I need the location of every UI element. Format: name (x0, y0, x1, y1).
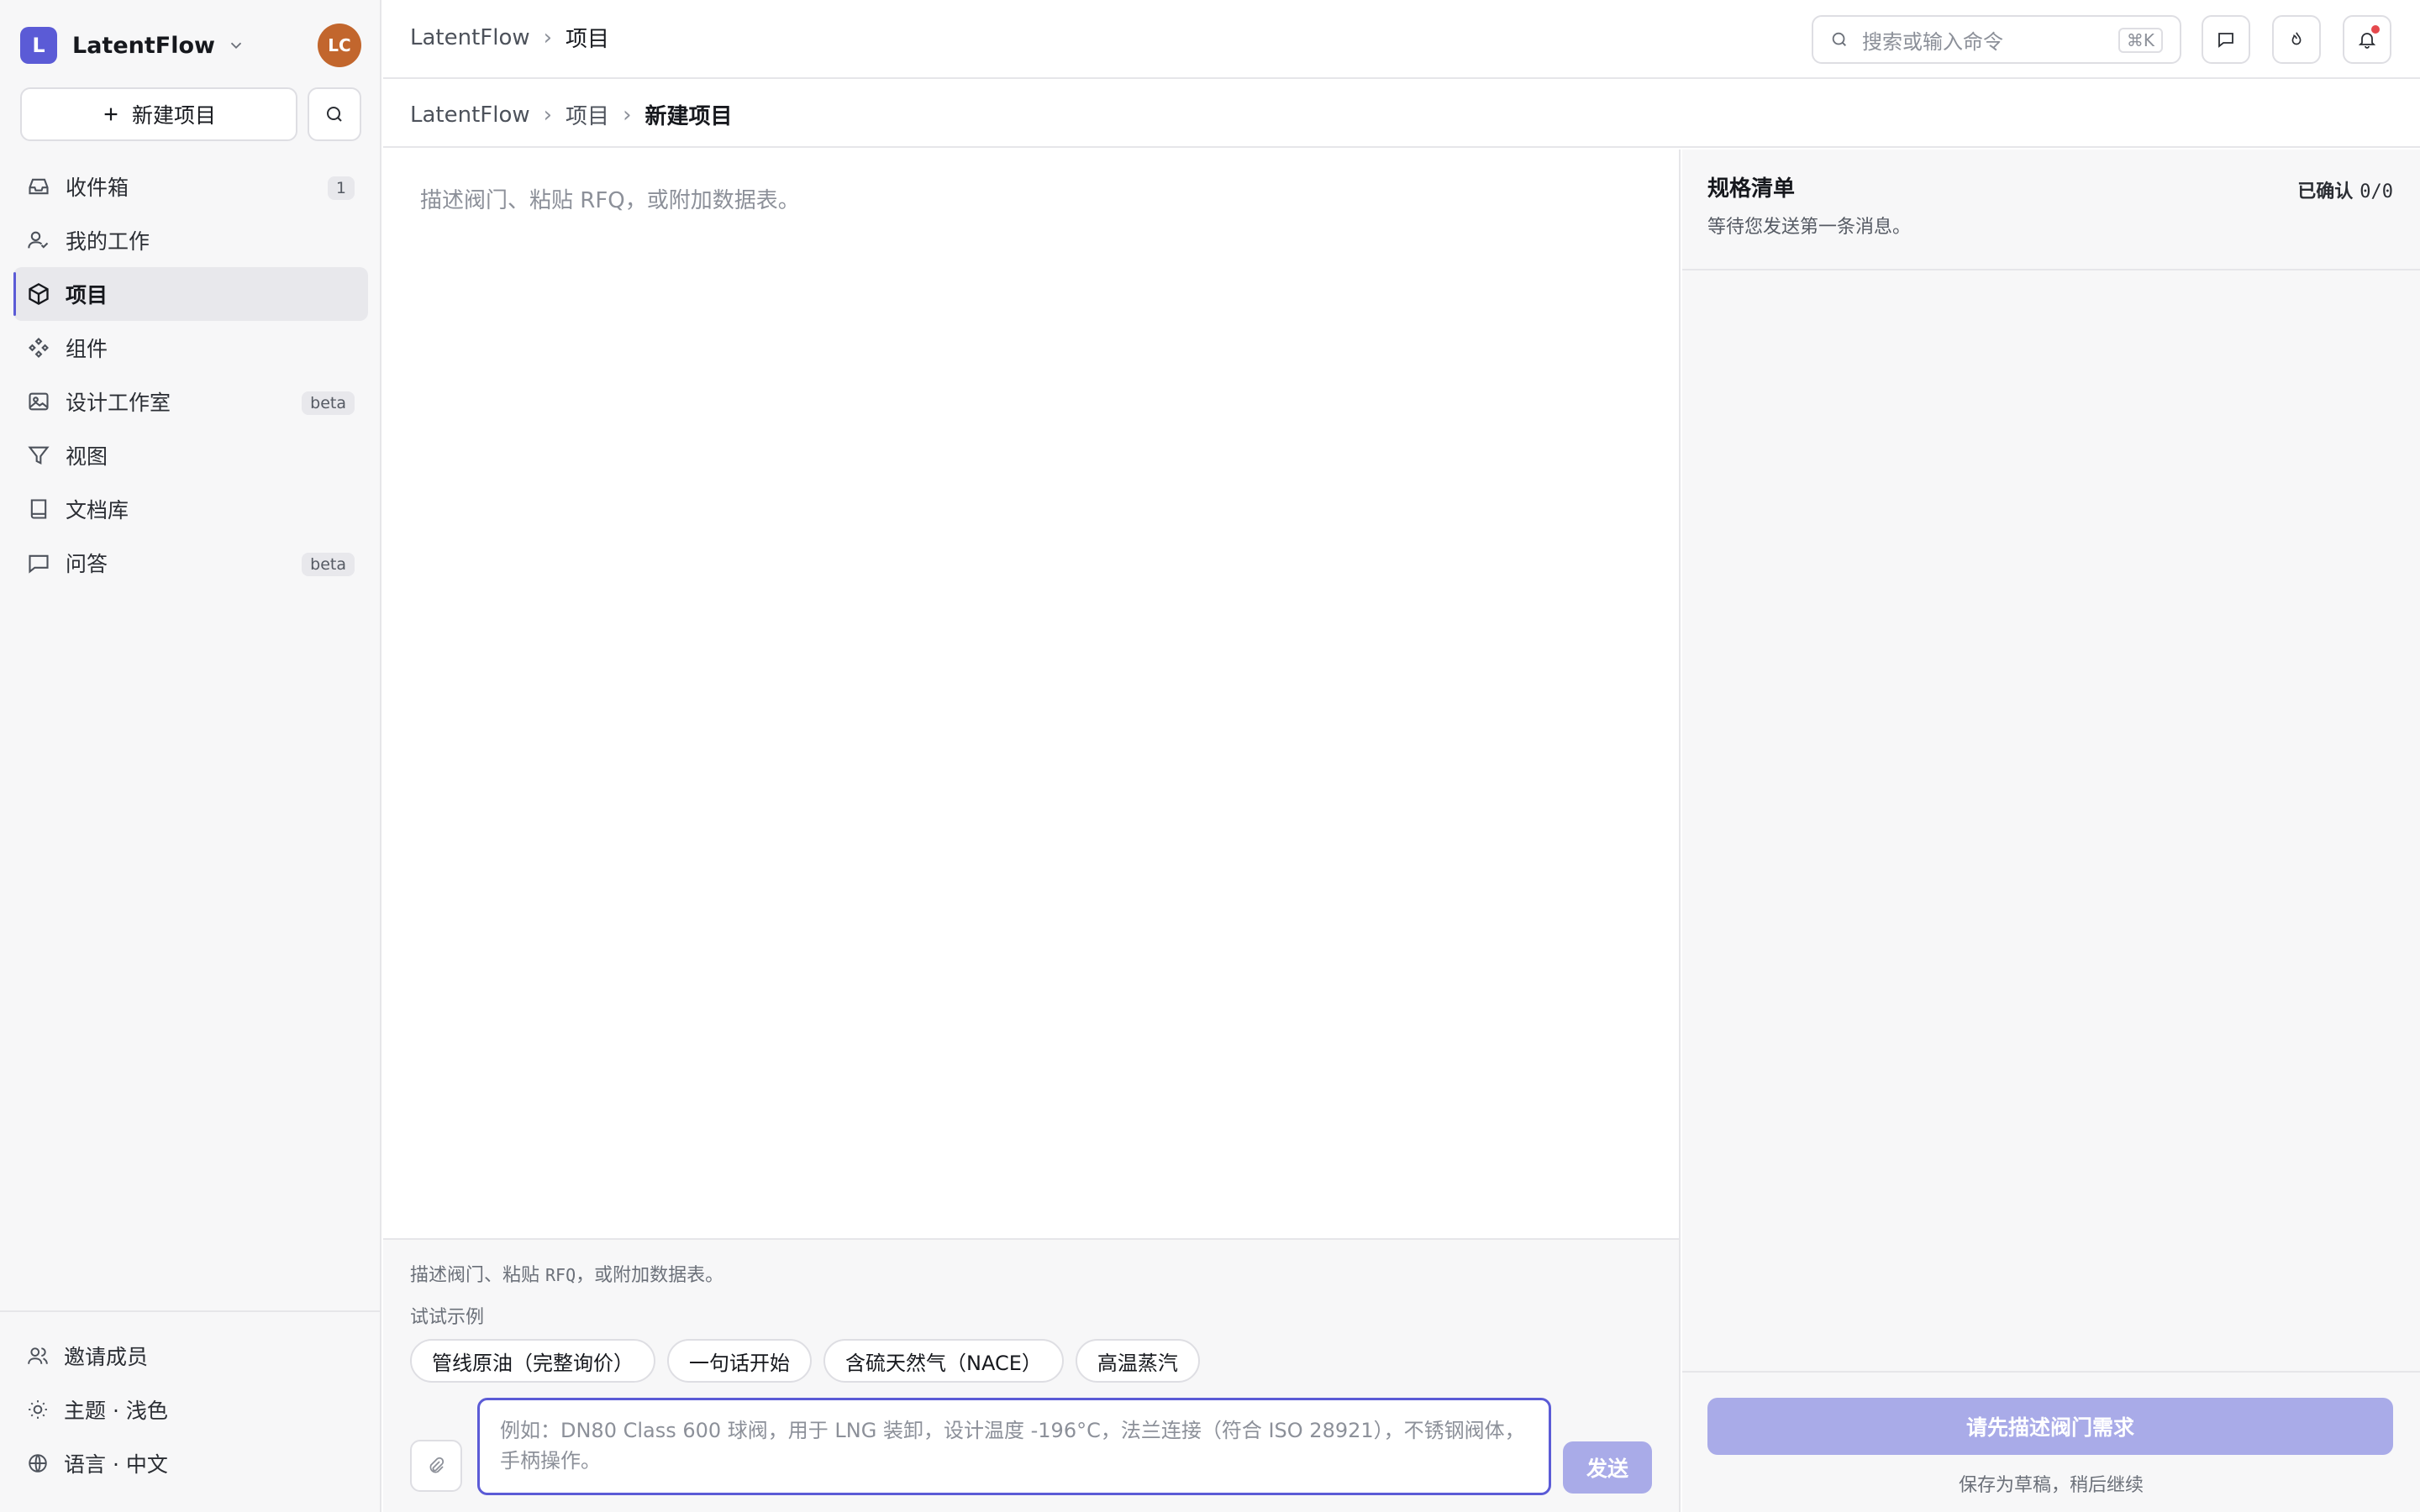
beta-badge: beta (302, 391, 355, 415)
spec-panel-footer: 请先描述阀门需求 保存为草稿，稍后继续 (1682, 1371, 2420, 1512)
sidebar-nav: 收件箱 1 我的工作 项目 组件 设计工作室 beta 视图 文档库 问答 be… (13, 160, 368, 590)
chevron-right-icon: › (543, 102, 553, 128)
user-check-icon (27, 228, 50, 252)
inbox-icon (27, 175, 50, 198)
example-chip[interactable]: 含硫天然气（NACE） (823, 1339, 1064, 1383)
spec-panel: 规格清单 等待您发送第一条消息。 已确认 0/0 请先描述阀门需求 保存为草稿，稍… (1682, 150, 2420, 1512)
components-icon (27, 336, 50, 360)
cube-icon (27, 282, 50, 306)
hint-text: 描述阀门、粘贴 (410, 1265, 545, 1286)
example-chip[interactable]: 高温蒸汽 (1075, 1339, 1200, 1383)
user-avatar[interactable]: LC (318, 24, 361, 67)
sidebar-item-views[interactable]: 视图 (13, 428, 368, 482)
breadcrumb: LatentFlow › 项目 (410, 22, 609, 53)
example-chip[interactable]: 一句话开始 (667, 1339, 812, 1383)
image-icon (27, 390, 50, 413)
confirmed-label: 已确认 (2297, 181, 2354, 202)
hint-text: ，或附加数据表。 (576, 1265, 724, 1286)
new-project-label: 新建项目 (131, 103, 216, 128)
sidebar-item-label: 设计工作室 (66, 391, 171, 415)
attach-button[interactable] (410, 1440, 462, 1492)
composer: 描述阀门、粘贴 RFQ，或附加数据表。 试试示例 管线原油（完整询价） 一句话开… (383, 1238, 1681, 1512)
notification-dot (2371, 25, 2380, 34)
command-search-input[interactable]: 搜索或输入命令 ⌘K (1812, 15, 2181, 64)
message-icon (27, 551, 50, 575)
page-header: LatentFlow › 项目 › 新建项目 (383, 81, 2420, 148)
sidebar-item-components[interactable]: 组件 (13, 321, 368, 375)
message-input[interactable]: 例如：DN80 Class 600 球阀，用于 LNG 装卸，设计温度 -196… (477, 1398, 1551, 1495)
language-label: 语言 · 中文 (64, 1452, 168, 1477)
workspace-switcher[interactable]: L LatentFlow (20, 27, 245, 64)
chat-thread: 描述阀门、粘贴 RFQ，或附加数据表。 (383, 150, 1681, 1238)
sidebar-item-qa[interactable]: 问答 beta (13, 536, 368, 590)
sidebar-item-inbox[interactable]: 收件箱 1 (13, 160, 368, 213)
page-title: 新建项目 (644, 104, 733, 129)
language-toggle[interactable]: 语言 · 中文 (0, 1436, 380, 1490)
spec-panel-header: 规格清单 等待您发送第一条消息。 已确认 0/0 (1682, 150, 2420, 270)
sidebar-item-label: 视图 (66, 444, 108, 469)
app-root: L LatentFlow LC 新建项目 收件箱 1 我的工作 项目 组件 设计… (0, 0, 2420, 1512)
sidebar-item-label: 问答 (66, 552, 108, 576)
breadcrumb-item[interactable]: LatentFlow (410, 25, 530, 50)
composer-hint: 描述阀门、粘贴 RFQ，或附加数据表。 (410, 1260, 723, 1287)
paperclip-icon (426, 1456, 446, 1476)
new-project-button[interactable]: 新建项目 (20, 87, 297, 141)
sidebar-item-label: 收件箱 (66, 176, 129, 200)
users-icon (27, 1345, 49, 1367)
chevron-down-icon (227, 36, 245, 55)
shortcut-hint: ⌘K (2118, 28, 2163, 53)
sidebar-search-button[interactable] (308, 87, 361, 141)
beta-badge: beta (302, 553, 355, 576)
sidebar-item-label: 组件 (66, 337, 108, 361)
sidebar-item-design-studio[interactable]: 设计工作室 beta (13, 375, 368, 428)
breadcrumb-item[interactable]: 项目 (566, 22, 609, 53)
chevron-right-icon: › (623, 102, 632, 128)
save-draft-link[interactable]: 保存为草稿，稍后继续 (1682, 1470, 2420, 1497)
sidebar-item-label: 项目 (66, 283, 108, 307)
describe-valve-button[interactable]: 请先描述阀门需求 (1707, 1398, 2393, 1455)
chat-button[interactable] (2202, 15, 2250, 64)
workspace-name: LatentFlow (72, 32, 215, 59)
sidebar-footer: 邀请成员 主题 · 浅色 语言 · 中文 (0, 1310, 380, 1490)
sidebar-item-my-work[interactable]: 我的工作 (13, 213, 368, 267)
theme-toggle[interactable]: 主题 · 浅色 (0, 1383, 380, 1436)
search-icon (1830, 30, 1849, 49)
inbox-count-badge: 1 (327, 176, 355, 200)
search-icon (324, 104, 345, 124)
example-chips: 管线原油（完整询价） 一句话开始 含硫天然气（NACE） 高温蒸汽 (410, 1339, 1212, 1383)
flame-icon (2287, 30, 2306, 49)
examples-label: 试试示例 (410, 1307, 485, 1328)
brand-logo: L (20, 27, 57, 64)
invite-members-button[interactable]: 邀请成员 (0, 1329, 380, 1383)
spec-panel-title: 规格清单 (1707, 176, 1796, 202)
sidebar-item-label: 我的工作 (66, 229, 150, 254)
sidebar-item-library[interactable]: 文档库 (13, 482, 368, 536)
hint-code: RFQ (545, 1265, 576, 1285)
plus-icon (102, 105, 120, 123)
empty-thread-placeholder: 描述阀门、粘贴 RFQ，或附加数据表。 (420, 188, 800, 213)
filter-icon (27, 444, 50, 467)
breadcrumb-item[interactable]: LatentFlow (410, 102, 530, 128)
sun-icon (27, 1399, 49, 1420)
sidebar: L LatentFlow LC 新建项目 收件箱 1 我的工作 项目 组件 设计… (0, 0, 381, 1512)
invite-members-label: 邀请成员 (64, 1345, 149, 1369)
example-chip[interactable]: 管线原油（完整询价） (410, 1339, 655, 1383)
confirmed-count: 0/0 (2360, 181, 2393, 202)
notifications-button[interactable] (2343, 15, 2391, 64)
breadcrumb: LatentFlow › 项目 › 新建项目 (410, 99, 732, 130)
topbar: LatentFlow › 项目 搜索或输入命令 ⌘K (383, 0, 2420, 79)
book-icon (27, 497, 50, 521)
assistant-button[interactable] (2272, 15, 2321, 64)
breadcrumb-item[interactable]: 项目 (566, 99, 609, 130)
search-placeholder: 搜索或输入命令 (1862, 29, 2003, 54)
chevron-right-icon: › (543, 24, 553, 50)
sidebar-item-projects[interactable]: 项目 (13, 267, 368, 321)
confirmed-status: 已确认 0/0 (2297, 176, 2393, 203)
theme-label: 主题 · 浅色 (64, 1399, 168, 1423)
message-icon (2216, 29, 2236, 50)
send-button[interactable]: 发送 (1563, 1441, 1652, 1494)
sidebar-item-label: 文档库 (66, 498, 129, 522)
globe-icon (27, 1452, 49, 1474)
spec-panel-subtitle: 等待您发送第一条消息。 (1707, 217, 1912, 238)
